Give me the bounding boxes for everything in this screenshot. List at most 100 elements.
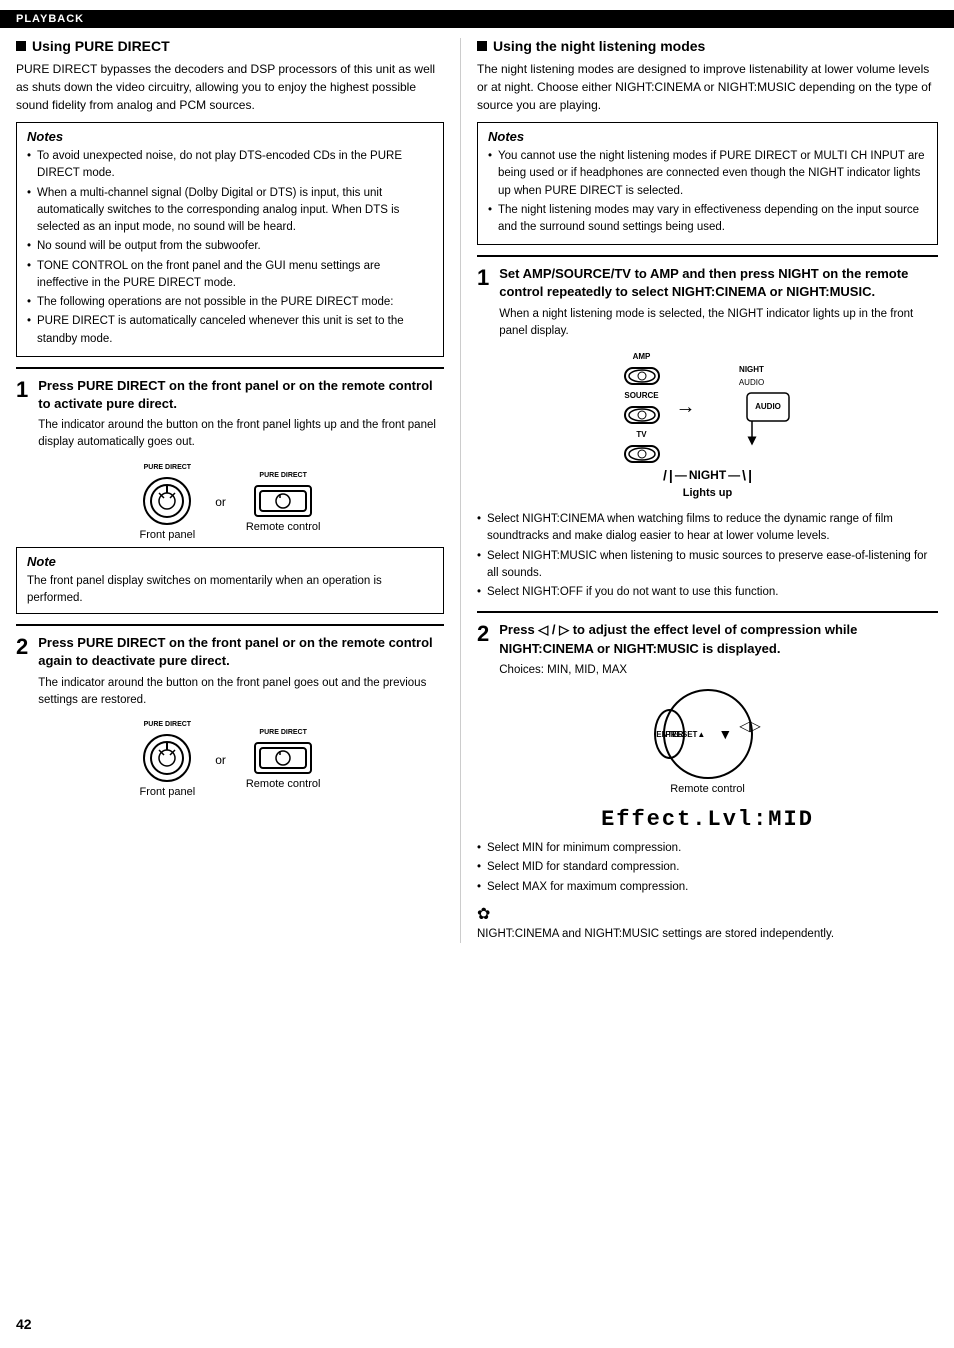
step1-heading: Press PURE DIRECT on the front panel or … <box>38 377 444 413</box>
night-bullet-3: Select NIGHT:OFF if you do not want to u… <box>477 584 938 601</box>
header-label: PLAYBACK <box>16 13 84 25</box>
night-step1-bullets: Select NIGHT:CINEMA when watching films … <box>477 511 938 601</box>
night-step1-number: 1 <box>477 267 489 340</box>
night-button-group: NIGHT AUDIO AUDIO <box>712 365 792 451</box>
night-diagram: AMP SOURCE <box>477 352 938 499</box>
source-button-icon <box>624 406 660 424</box>
night-step2-bullet-1: Select MIN for minimum compression. <box>477 840 938 857</box>
front-panel-label: Front panel <box>140 529 196 541</box>
night-notes-list: You cannot use the night listening modes… <box>488 148 927 236</box>
note-item: When a multi-channel signal (Dolby Digit… <box>27 185 433 237</box>
front-panel-item: PURE DIRECT Front panel <box>140 464 196 541</box>
step2-diagram: PURE DIRECT Front panel or PURE <box>16 721 444 798</box>
note-item: No sound will be output from the subwoof… <box>27 238 433 255</box>
source-label: SOURCE <box>624 391 658 400</box>
rc-top-label: PRESET▲ <box>665 730 705 739</box>
svg-text:AUDIO: AUDIO <box>755 402 781 411</box>
night-remote-icon: AUDIO <box>712 391 792 451</box>
remote-control-item-2: PURE DIRECT Remote control <box>246 729 321 790</box>
night-step2-row: 2 Press ◁ / ▷ to adjust the effect level… <box>477 611 938 679</box>
night-step1-body: When a night listening mode is selected,… <box>499 306 938 341</box>
pd-label-top: PURE DIRECT <box>144 464 191 471</box>
pure-direct-title: Using PURE DIRECT <box>32 38 170 54</box>
front-panel-item-2: PURE DIRECT Front panel <box>140 721 196 798</box>
step2-number: 2 <box>16 636 28 709</box>
remote-circle-diagram: ENTER PRESET▲ ▼ ◁ ▷ Remote control <box>477 689 938 795</box>
audio-label: AUDIO <box>739 378 764 387</box>
night-note-item-1: You cannot use the night listening modes… <box>488 148 927 200</box>
night-body: The night listening modes are designed t… <box>477 60 938 114</box>
night-note-item-2: The night listening modes may vary in ef… <box>488 202 927 237</box>
step1-row: 1 Press PURE DIRECT on the front panel o… <box>16 367 444 452</box>
pure-direct-notes-box: Notes To avoid unexpected noise, do not … <box>16 122 444 357</box>
arrow-right-icon: → <box>676 396 696 419</box>
pd-remote-label-top: PURE DIRECT <box>259 472 306 479</box>
effect-level-display: Effect.Lvl:MID <box>477 807 938 832</box>
amp-source-tv-group: AMP SOURCE <box>624 352 660 463</box>
remote-outer-ring: ENTER PRESET▲ ▼ ◁ ▷ <box>663 689 753 779</box>
remote-label-1: Remote control <box>246 521 321 533</box>
tv-button-icon <box>624 445 660 463</box>
night-step2-content: Press ◁ / ▷ to adjust the effect level o… <box>499 621 938 679</box>
page-number: 42 <box>16 1316 32 1332</box>
pure-direct-body: PURE DIRECT bypasses the decoders and DS… <box>16 60 444 114</box>
pure-direct-circle-icon-2 <box>143 734 191 782</box>
night-step2-number: 2 <box>477 623 489 679</box>
section-bullet-icon-2 <box>477 41 487 51</box>
remote-control-item: PURE DIRECT Remote control <box>246 472 321 533</box>
night-step2-heading: Press ◁ / ▷ to adjust the effect level o… <box>499 621 938 657</box>
diag-slash-right: \ <box>742 467 746 483</box>
remote-label-right: Remote control <box>670 783 745 795</box>
night-step1-row: 1 Set AMP/SOURCE/TV to AMP and then pres… <box>477 255 938 340</box>
night-step1-content: Set AMP/SOURCE/TV to AMP and then press … <box>499 265 938 340</box>
tip-section: ✿ NIGHT:CINEMA and NIGHT:MUSIC settings … <box>477 904 938 943</box>
left-column: Using PURE DIRECT PURE DIRECT bypasses t… <box>0 38 460 943</box>
night-word: NIGHT <box>689 468 726 482</box>
step1-content: Press PURE DIRECT on the front panel or … <box>38 377 444 452</box>
note-item: PURE DIRECT is automatically canceled wh… <box>27 313 433 348</box>
rc-left-arrow: ◁ <box>739 717 750 734</box>
night-step1-heading: Set AMP/SOURCE/TV to AMP and then press … <box>499 265 938 301</box>
step1-body: The indicator around the button on the f… <box>38 417 444 452</box>
night-btn-label: NIGHT <box>739 365 764 374</box>
lights-up-label: Lights up <box>683 487 733 499</box>
night-step2-choices: Choices: MIN, MID, MAX <box>499 662 938 679</box>
night-step2-bullet-3: Select MAX for maximum compression. <box>477 879 938 896</box>
or-label-2: or <box>215 753 226 767</box>
or-label-1: or <box>215 495 226 509</box>
two-column-layout: Using PURE DIRECT PURE DIRECT bypasses t… <box>0 38 954 943</box>
night-step2-bullet-2: Select MID for standard compression. <box>477 859 938 876</box>
rc-right-arrow: ▷ <box>750 717 761 734</box>
note-item: TONE CONTROL on the front panel and the … <box>27 258 433 293</box>
pure-direct-remote-icon-2 <box>254 742 312 774</box>
diag-slash-left: / <box>663 467 667 483</box>
amp-label: AMP <box>633 352 651 361</box>
night-section-title: Using the night listening modes <box>477 38 938 54</box>
step1-number: 1 <box>16 379 28 452</box>
night-bullet-1: Select NIGHT:CINEMA when watching films … <box>477 511 938 546</box>
night-notes-title: Notes <box>488 129 927 144</box>
pure-direct-remote-icon <box>254 485 312 517</box>
tip-icon: ✿ <box>477 904 938 924</box>
section-bullet-icon <box>16 41 26 51</box>
rc-bottom-arrow: ▼ <box>718 726 732 742</box>
step2-body: The indicator around the button on the f… <box>38 675 444 710</box>
pure-direct-circle-icon <box>143 477 191 525</box>
note-item: The following operations are not possibl… <box>27 294 433 311</box>
pure-direct-notes-list: To avoid unexpected noise, do not play D… <box>27 148 433 348</box>
step2-heading: Press PURE DIRECT on the front panel or … <box>38 634 444 670</box>
step2-row: 2 Press PURE DIRECT on the front panel o… <box>16 624 444 709</box>
tip-text: NIGHT:CINEMA and NIGHT:MUSIC settings ar… <box>477 926 938 943</box>
header-bar: PLAYBACK <box>0 10 954 28</box>
step1-diagram: PURE DIRECT Front panel or PURE <box>16 464 444 541</box>
note-box-title: Note <box>27 554 433 569</box>
page: PLAYBACK Using PURE DIRECT PURE DIRECT b… <box>0 0 954 1348</box>
night-notes-box: Notes You cannot use the night listening… <box>477 122 938 245</box>
note-item: To avoid unexpected noise, do not play D… <box>27 148 433 183</box>
right-column: Using the night listening modes The nigh… <box>460 38 954 943</box>
step2-content: Press PURE DIRECT on the front panel or … <box>38 634 444 709</box>
remote-label-2: Remote control <box>246 778 321 790</box>
front-panel-label-2: Front panel <box>140 786 196 798</box>
night-bullet-2: Select NIGHT:MUSIC when listening to mus… <box>477 548 938 583</box>
diag-line-left: | <box>669 467 673 483</box>
